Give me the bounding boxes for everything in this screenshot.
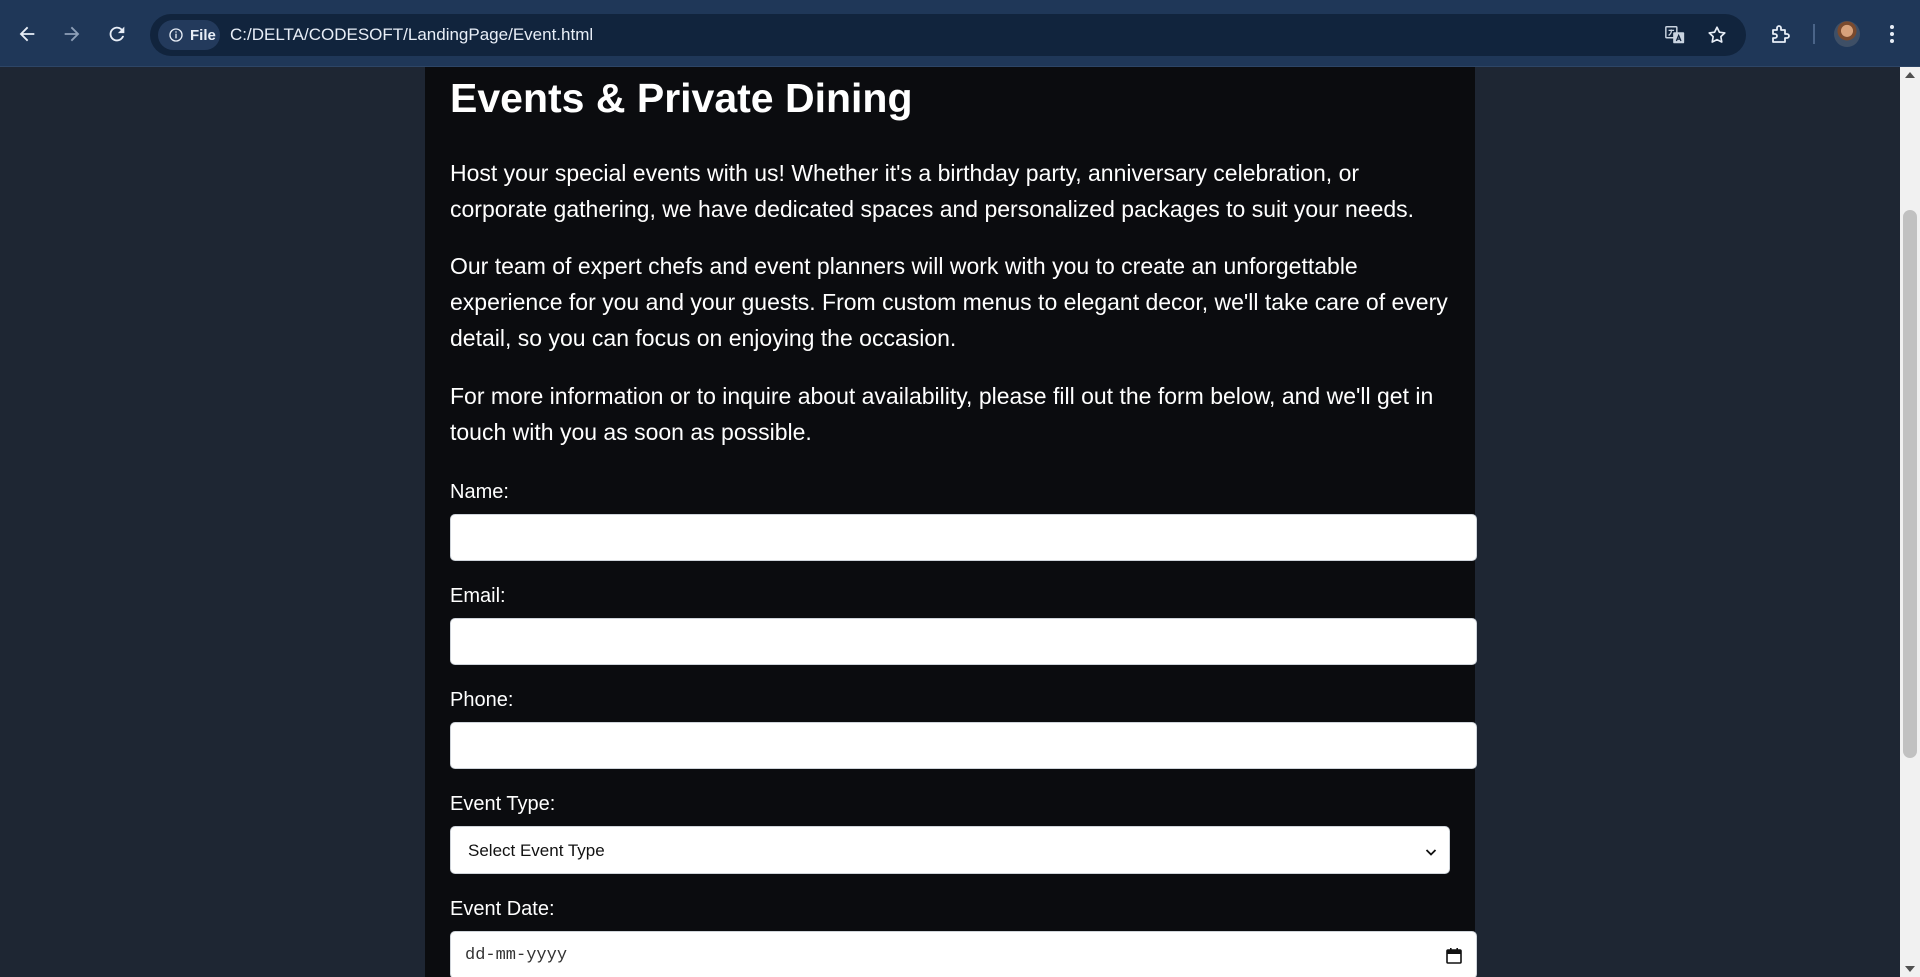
kebab-menu-icon bbox=[1890, 25, 1894, 43]
name-input[interactable] bbox=[450, 514, 1477, 561]
event-type-label: Event Type: bbox=[450, 793, 556, 815]
chevron-down-icon bbox=[1425, 849, 1437, 856]
intro-paragraph: Host your special events with us! Whethe… bbox=[450, 160, 1415, 222]
star-icon bbox=[1708, 26, 1726, 43]
phone-input[interactable] bbox=[450, 722, 1477, 769]
puzzle-icon bbox=[1772, 25, 1790, 43]
url-text[interactable]: C:/DELTA/CODESOFT/LandingPage/Event.html bbox=[230, 25, 593, 45]
forward-button[interactable] bbox=[54, 16, 90, 52]
site-info-chip[interactable]: File bbox=[158, 20, 220, 50]
email-input[interactable] bbox=[450, 618, 1477, 665]
site-info-label: File bbox=[190, 26, 216, 44]
info-icon bbox=[169, 28, 183, 42]
scroll-thumb[interactable] bbox=[1903, 210, 1917, 758]
reload-button[interactable] bbox=[99, 16, 135, 52]
email-label: Email: bbox=[450, 585, 506, 607]
phone-label: Phone: bbox=[450, 689, 514, 711]
address-bar[interactable]: File C:/DELTA/CODESOFT/LandingPage/Event… bbox=[150, 14, 1746, 56]
scroll-up-arrow[interactable] bbox=[1905, 72, 1915, 78]
event-type-select[interactable]: Select Event Type bbox=[450, 826, 1450, 874]
event-type-selected: Select Event Type bbox=[468, 841, 605, 860]
arrow-right-icon bbox=[64, 26, 80, 42]
event-date-input[interactable]: dd-mm-yyyy bbox=[450, 931, 1477, 977]
page-title: Events & Private Dining bbox=[450, 75, 913, 121]
inquiry-paragraph: For more information or to inquire about… bbox=[450, 383, 1434, 445]
toolbar-divider bbox=[1813, 24, 1815, 44]
avatar[interactable] bbox=[1834, 21, 1860, 47]
calendar-icon[interactable] bbox=[1444, 946, 1464, 966]
extensions-button[interactable] bbox=[1767, 20, 1795, 48]
page-viewport: Events & Private Dining Host your specia… bbox=[0, 67, 1900, 977]
team-paragraph: Our team of expert chefs and event plann… bbox=[450, 253, 1448, 351]
arrow-left-icon bbox=[19, 26, 35, 42]
browser-menu-button[interactable] bbox=[1878, 20, 1906, 48]
page-scrollbar[interactable] bbox=[1900, 67, 1920, 977]
events-section: Events & Private Dining Host your specia… bbox=[425, 67, 1477, 977]
event-date-placeholder: dd-mm-yyyy bbox=[465, 946, 568, 965]
translate-icon bbox=[1665, 26, 1685, 44]
scroll-down-arrow[interactable] bbox=[1905, 966, 1915, 972]
bookmark-button[interactable] bbox=[1705, 23, 1729, 47]
reload-icon bbox=[109, 26, 125, 42]
event-date-label: Event Date: bbox=[450, 898, 555, 920]
back-button[interactable] bbox=[9, 16, 45, 52]
translate-button[interactable] bbox=[1663, 23, 1687, 47]
browser-toolbar: File C:/DELTA/CODESOFT/LandingPage/Event… bbox=[0, 0, 1920, 67]
name-label: Name: bbox=[450, 481, 509, 503]
